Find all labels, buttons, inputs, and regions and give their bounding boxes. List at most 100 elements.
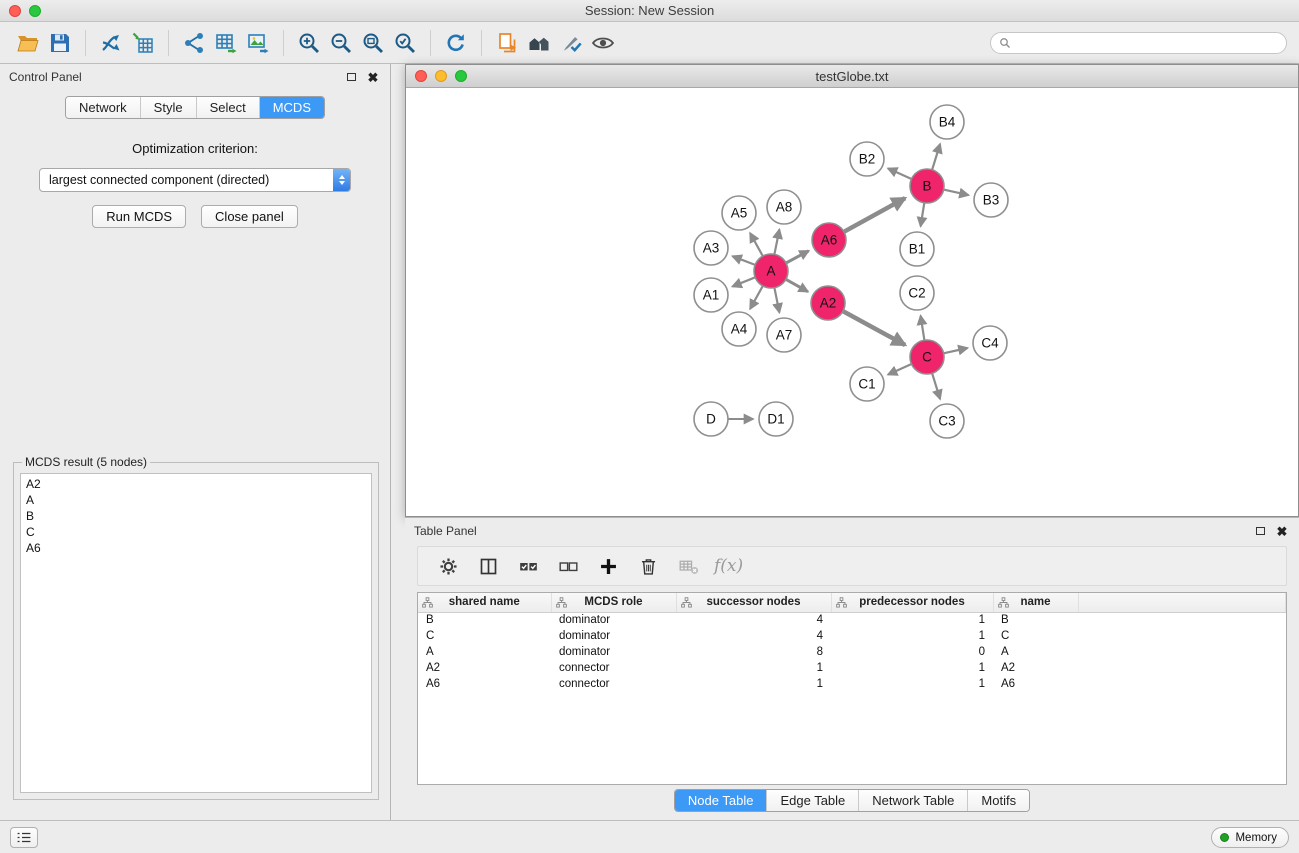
graph-edge[interactable] — [844, 198, 905, 232]
mcds-result-item[interactable]: B — [26, 508, 366, 524]
graph-edge[interactable] — [932, 373, 940, 399]
cell-shared-name[interactable]: A2 — [418, 660, 551, 676]
cell-predecessor-nodes[interactable]: 1 — [831, 676, 993, 692]
cell-successor-nodes[interactable]: 1 — [676, 676, 831, 692]
zoom-selected-icon[interactable] — [389, 27, 421, 59]
cell-shared-name[interactable]: A6 — [418, 676, 551, 692]
delete-table-icon[interactable] — [674, 552, 702, 580]
graph-edge[interactable] — [750, 233, 763, 256]
network-graph[interactable]: B4B2BB3A8A5A6A3B1AC2A1A2A4A7C4CC1C3DD1 — [406, 88, 1298, 516]
table-float-panel-icon[interactable] — [1252, 523, 1268, 539]
cell-name[interactable]: A2 — [993, 660, 1078, 676]
graph-edge[interactable] — [921, 316, 925, 341]
zoom-out-icon[interactable] — [325, 27, 357, 59]
zoom-in-icon[interactable] — [293, 27, 325, 59]
cell-mcds-role[interactable]: connector — [551, 660, 676, 676]
network-minimize-icon[interactable] — [435, 70, 447, 82]
network-canvas[interactable]: B4B2BB3A8A5A6A3B1AC2A1A2A4A7C4CC1C3DD1 — [406, 88, 1298, 516]
task-history-button[interactable] — [10, 827, 38, 848]
cell-name[interactable]: C — [993, 628, 1078, 644]
cell-mcds-role[interactable]: dominator — [551, 612, 676, 628]
table-tab-motifs[interactable]: Motifs — [967, 790, 1029, 811]
graph-edge[interactable] — [750, 286, 763, 309]
cell-predecessor-nodes[interactable]: 1 — [831, 660, 993, 676]
tab-network[interactable]: Network — [66, 97, 140, 118]
search-field[interactable] — [990, 32, 1287, 54]
style-check-icon[interactable] — [555, 27, 587, 59]
graph-edge[interactable] — [786, 251, 809, 263]
cell-shared-name[interactable]: C — [418, 628, 551, 644]
graph-edge[interactable] — [921, 203, 925, 227]
tab-select[interactable]: Select — [196, 97, 259, 118]
cell-predecessor-nodes[interactable]: 1 — [831, 628, 993, 644]
float-panel-icon[interactable] — [343, 69, 359, 85]
network-zoom-icon[interactable] — [455, 70, 467, 82]
cell-shared-name[interactable]: B — [418, 612, 551, 628]
table-row[interactable]: Adominator80A — [418, 644, 1286, 660]
add-row-icon[interactable] — [594, 552, 622, 580]
column-header-mcds-role[interactable]: MCDS role — [551, 593, 676, 612]
cell-successor-nodes[interactable]: 4 — [676, 628, 831, 644]
close-panel-icon[interactable]: ✖ — [365, 69, 381, 85]
graph-edge[interactable] — [732, 277, 755, 286]
eye-icon[interactable] — [587, 27, 619, 59]
gear-icon[interactable] — [434, 552, 462, 580]
graph-edge[interactable] — [944, 348, 968, 353]
refresh-icon[interactable] — [440, 27, 472, 59]
import-network-icon[interactable] — [95, 27, 127, 59]
cell-name[interactable]: A6 — [993, 676, 1078, 692]
new-network-icon[interactable] — [178, 27, 210, 59]
home-icon[interactable] — [523, 27, 555, 59]
run-mcds-button[interactable]: Run MCDS — [92, 205, 186, 228]
select-all-icon[interactable] — [514, 552, 542, 580]
cell-successor-nodes[interactable]: 1 — [676, 660, 831, 676]
cell-successor-nodes[interactable]: 4 — [676, 612, 831, 628]
column-header-predecessor-nodes[interactable]: predecessor nodes — [831, 593, 993, 612]
network-close-icon[interactable] — [415, 70, 427, 82]
table-tab-network-table[interactable]: Network Table — [858, 790, 967, 811]
search-input[interactable] — [1016, 36, 1278, 50]
table-row[interactable]: A2connector11A2 — [418, 660, 1286, 676]
import-table-icon[interactable] — [127, 27, 159, 59]
delete-row-icon[interactable] — [634, 552, 662, 580]
graph-edge[interactable] — [786, 279, 808, 291]
mcds-result-item[interactable]: A6 — [26, 540, 366, 556]
zoom-fit-icon[interactable] — [357, 27, 389, 59]
table-tab-edge-table[interactable]: Edge Table — [766, 790, 858, 811]
export-image-icon[interactable] — [242, 27, 274, 59]
deselect-all-icon[interactable] — [554, 552, 582, 580]
graph-edge[interactable] — [774, 230, 779, 255]
node-table-container[interactable]: shared nameMCDS rolesuccessor nodesprede… — [417, 592, 1287, 785]
cell-name[interactable]: B — [993, 612, 1078, 628]
mcds-result-item[interactable]: A — [26, 492, 366, 508]
tab-mcds[interactable]: MCDS — [259, 97, 324, 118]
mcds-result-item[interactable]: C — [26, 524, 366, 540]
cell-predecessor-nodes[interactable]: 0 — [831, 644, 993, 660]
graph-edge[interactable] — [774, 288, 779, 313]
column-header-successor-nodes[interactable]: successor nodes — [676, 593, 831, 612]
graph-edge[interactable] — [932, 144, 940, 170]
open-session-icon[interactable] — [12, 27, 44, 59]
split-table-icon[interactable] — [474, 552, 502, 580]
graph-edge[interactable] — [888, 364, 912, 375]
close-window-icon[interactable] — [9, 5, 21, 17]
save-session-icon[interactable] — [44, 27, 76, 59]
table-row[interactable]: A6connector11A6 — [418, 676, 1286, 692]
cell-shared-name[interactable]: A — [418, 644, 551, 660]
mcds-result-item[interactable]: A2 — [26, 476, 366, 492]
graph-edge[interactable] — [733, 256, 756, 265]
graph-edge[interactable] — [888, 168, 912, 179]
graph-edge[interactable] — [944, 190, 969, 196]
copy-network-icon[interactable] — [491, 27, 523, 59]
zoom-window-icon[interactable] — [29, 5, 41, 17]
column-header-shared-name[interactable]: shared name — [418, 593, 551, 612]
network-window-titlebar[interactable]: testGlobe.txt — [406, 65, 1298, 88]
fx-icon[interactable]: f(x) — [714, 552, 743, 580]
close-panel-button[interactable]: Close panel — [201, 205, 298, 228]
cell-predecessor-nodes[interactable]: 1 — [831, 612, 993, 628]
cell-mcds-role[interactable]: connector — [551, 676, 676, 692]
cell-successor-nodes[interactable]: 8 — [676, 644, 831, 660]
table-tab-node-table[interactable]: Node Table — [675, 790, 767, 811]
graph-edge[interactable] — [843, 311, 905, 345]
table-row[interactable]: Cdominator41C — [418, 628, 1286, 644]
